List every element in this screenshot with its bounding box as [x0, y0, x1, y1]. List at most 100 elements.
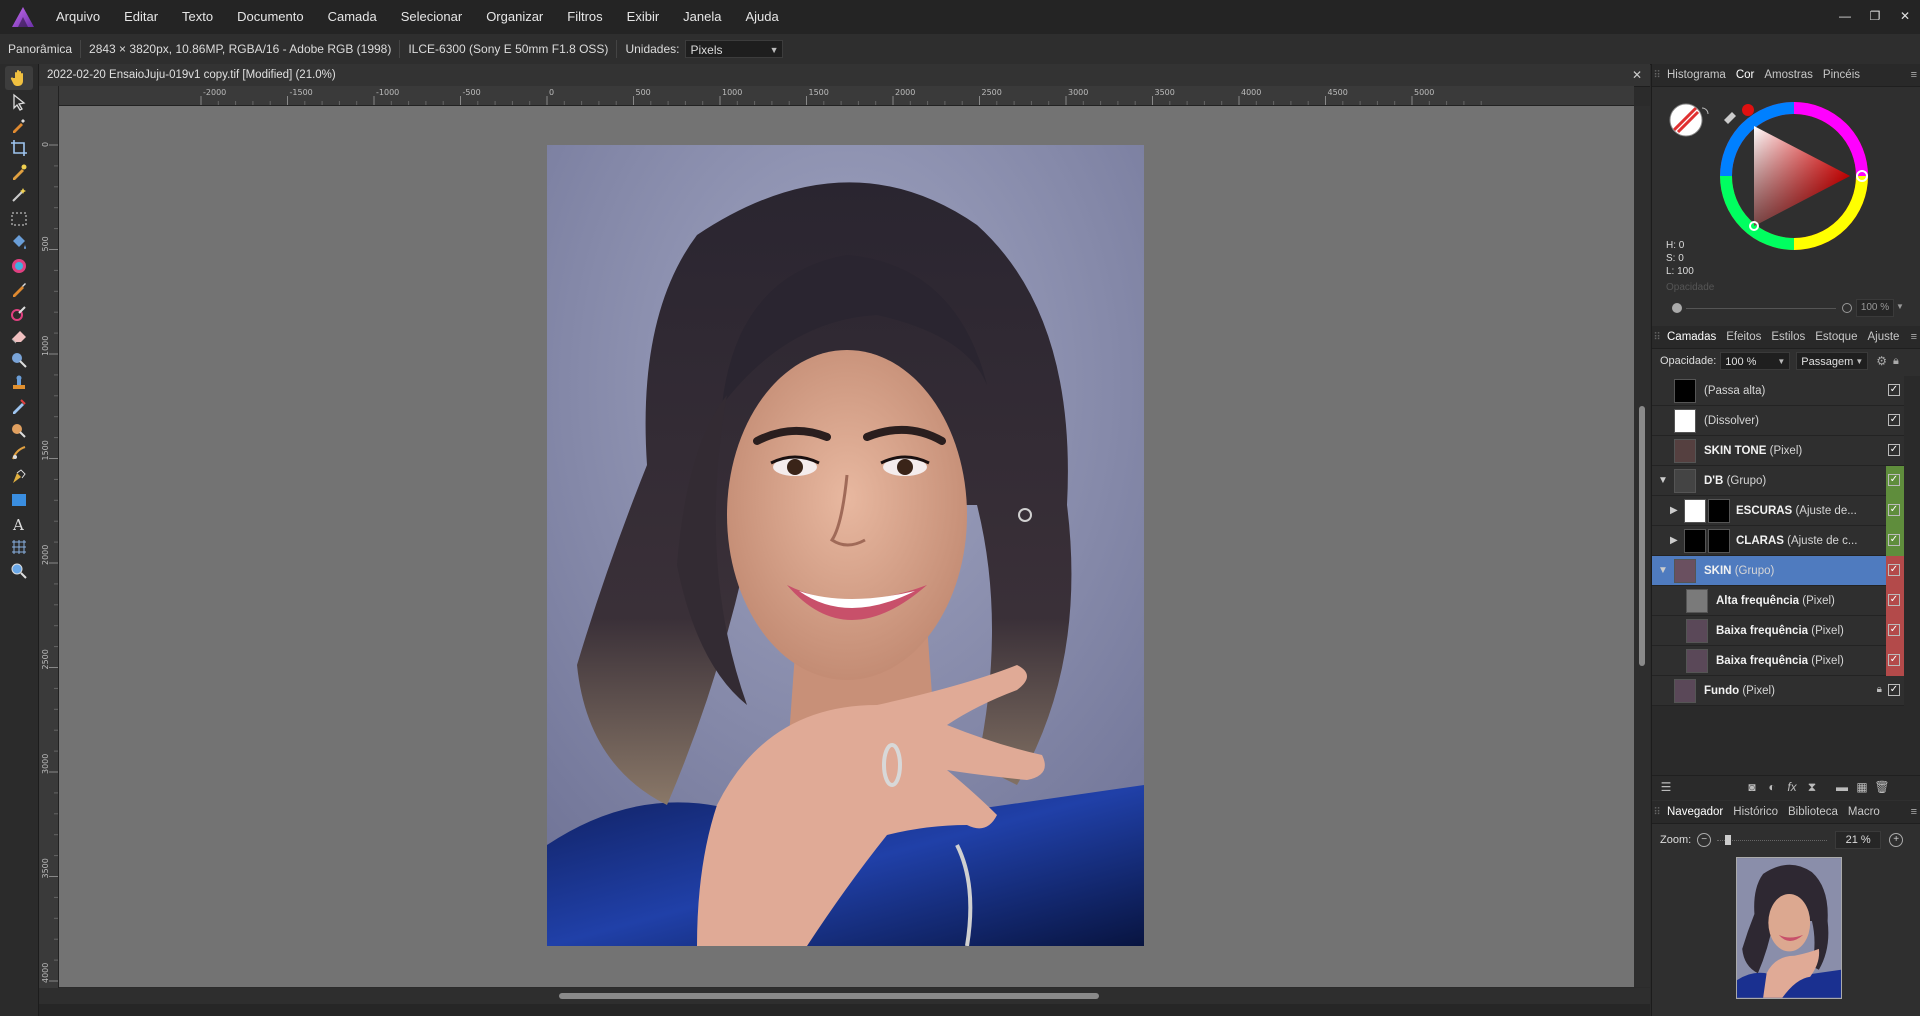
opacity-slider-track[interactable] — [1686, 308, 1836, 309]
menu-ajuda[interactable]: Ajuda — [733, 0, 790, 34]
layer-row[interactable]: ▶ CLARAS (Ajuste de c... ✓ — [1652, 526, 1904, 556]
adjustment-icon[interactable]: ◐ — [1764, 779, 1780, 795]
navigator-preview[interactable] — [1736, 857, 1842, 999]
visibility-checkbox[interactable]: ✓ — [1888, 474, 1900, 486]
menu-documento[interactable]: Documento — [225, 0, 315, 34]
zoom-value[interactable]: 21 % — [1835, 831, 1882, 849]
lock-icon[interactable]: 🔒︎ — [1893, 355, 1899, 368]
tab-ajuste[interactable]: Ajuste — [1862, 331, 1904, 343]
marquee-tool[interactable] — [5, 207, 33, 231]
grip-icon[interactable]: ⠿ — [1652, 332, 1662, 343]
horizontal-scrollbar[interactable] — [39, 988, 1650, 1004]
tab-histograma[interactable]: Histograma — [1662, 69, 1731, 81]
tab-amostras[interactable]: Amostras — [1759, 69, 1818, 81]
vertical-scrollbar-thumb[interactable] — [1639, 406, 1645, 666]
color-picker-tool[interactable] — [5, 113, 33, 137]
close-document-button[interactable]: ✕ — [1632, 64, 1642, 86]
flood-select-tool[interactable] — [5, 183, 33, 207]
close-window-button[interactable]: ✕ — [1890, 0, 1920, 34]
units-select[interactable]: Pixels ▼ — [685, 40, 784, 58]
expand-arrow-icon[interactable]: ▶ — [1670, 496, 1678, 526]
crop-tool[interactable] — [5, 136, 33, 160]
zoom-tool[interactable] — [5, 559, 33, 583]
document-tab[interactable]: 2022-02-20 EnsaioJuju-019v1 copy.tif [Mo… — [39, 64, 1650, 87]
menu-editar[interactable]: Editar — [112, 0, 170, 34]
grip-icon[interactable]: ⠿ — [1652, 807, 1662, 818]
chevron-down-icon[interactable]: ▼ — [1896, 299, 1904, 315]
clone-tool[interactable] — [5, 371, 33, 395]
layer-row[interactable]: (Dissolver) ✓ — [1652, 406, 1904, 436]
zoom-slider-handle[interactable] — [1725, 835, 1732, 845]
gear-icon[interactable]: ⚙ — [1876, 354, 1887, 368]
portrait-photo[interactable] — [547, 145, 1144, 946]
visibility-checkbox[interactable]: ✓ — [1888, 684, 1900, 696]
visibility-checkbox[interactable]: ✓ — [1888, 564, 1900, 576]
paint-brush-tool[interactable] — [5, 277, 33, 301]
text-tool[interactable]: A — [5, 512, 33, 536]
canvas[interactable] — [59, 106, 1634, 987]
visibility-checkbox[interactable]: ✓ — [1888, 384, 1900, 396]
color-wheel[interactable] — [1714, 96, 1874, 256]
opacity-slider-handle[interactable] — [1672, 303, 1682, 313]
selection-brush-tool[interactable] — [5, 160, 33, 184]
layer-row[interactable]: Fundo (Pixel) 🔒︎ ✓ — [1652, 676, 1904, 706]
mask-icon[interactable]: ◙ — [1744, 779, 1760, 795]
fill-tool[interactable] — [5, 230, 33, 254]
fx-icon[interactable]: fx — [1784, 779, 1800, 795]
horizontal-ruler[interactable]: -2000 -1500 -1000 -500 0 500 1000 1500 2000 2500 3… — [58, 86, 1634, 106]
menu-selecionar[interactable]: Selecionar — [389, 0, 474, 34]
tab-cor[interactable]: Cor — [1731, 69, 1760, 81]
layer-row[interactable]: Alta frequência (Pixel) ✓ — [1652, 586, 1904, 616]
menu-texto[interactable]: Texto — [170, 0, 225, 34]
erase-tool[interactable] — [5, 324, 33, 348]
affinity-photo-logo-icon[interactable] — [10, 5, 36, 29]
trash-icon[interactable]: 🗑︎ — [1874, 779, 1890, 795]
menu-camada[interactable]: Camada — [316, 0, 389, 34]
visibility-checkbox[interactable]: ✓ — [1888, 534, 1900, 546]
layer-row[interactable]: SKIN TONE (Pixel) ✓ — [1652, 436, 1904, 466]
menu-organizar[interactable]: Organizar — [474, 0, 555, 34]
zoom-out-button[interactable]: − — [1697, 833, 1712, 847]
menu-filtros[interactable]: Filtros — [555, 0, 614, 34]
smudge-tool[interactable] — [5, 441, 33, 465]
blemish-tool[interactable] — [5, 418, 33, 442]
tab-efeitos[interactable]: Efeitos — [1721, 331, 1766, 343]
layer-row[interactable]: (Passa alta) ✓ — [1652, 376, 1904, 406]
tab-estilos[interactable]: Estilos — [1766, 331, 1810, 343]
color-replacement-tool[interactable] — [5, 301, 33, 325]
dodge-tool[interactable] — [5, 348, 33, 372]
tab-navegador[interactable]: Navegador — [1662, 806, 1728, 818]
visibility-checkbox[interactable]: ✓ — [1888, 594, 1900, 606]
zoom-in-button[interactable]: + — [1889, 833, 1904, 847]
layer-row-selected[interactable]: ▼ SKIN (Grupo) ✓ — [1652, 556, 1904, 586]
layer-row[interactable]: Baixa frequência (Pixel) ✓ — [1652, 616, 1904, 646]
visibility-checkbox[interactable]: ✓ — [1888, 504, 1900, 516]
menu-exibir[interactable]: Exibir — [615, 0, 672, 34]
gradient-tool[interactable] — [5, 254, 33, 278]
panel-menu-icon[interactable]: ≡ — [1911, 64, 1917, 86]
vertical-ruler[interactable]: 0 500 1000 1500 2000 2500 3000 3500 4000 — [39, 86, 59, 988]
menu-janela[interactable]: Janela — [671, 0, 733, 34]
mesh-warp-tool[interactable] — [5, 535, 33, 559]
live-filter-icon[interactable]: ⧗ — [1804, 779, 1820, 795]
layers-stack-icon[interactable]: ☰ — [1658, 779, 1674, 795]
grip-icon[interactable]: ⠿ — [1652, 70, 1662, 81]
opacity-value[interactable]: 100 % — [1856, 299, 1894, 317]
hand-tool[interactable] — [5, 66, 33, 90]
layer-opacity-select[interactable]: 100 % ▼ — [1720, 352, 1791, 370]
tab-historico[interactable]: Histórico — [1728, 806, 1783, 818]
horizontal-scrollbar-thumb[interactable] — [559, 993, 1099, 999]
move-tool[interactable] — [5, 90, 33, 114]
tab-biblioteca[interactable]: Biblioteca — [1783, 806, 1843, 818]
collapse-arrow-icon[interactable]: ▼ — [1658, 556, 1668, 586]
folder-icon[interactable]: ▬ — [1834, 779, 1850, 795]
tab-pinceis[interactable]: Pincéis — [1818, 69, 1865, 81]
lock-icon[interactable]: 🔒︎ — [1877, 684, 1882, 695]
layer-row[interactable]: ▶ ESCURAS (Ajuste de... ✓ — [1652, 496, 1904, 526]
new-layer-icon[interactable]: ▦ — [1854, 779, 1870, 795]
healing-tool[interactable] — [5, 394, 33, 418]
visibility-checkbox[interactable]: ✓ — [1888, 624, 1900, 636]
panel-menu-icon[interactable]: ≡ — [1911, 326, 1917, 348]
layer-row[interactable]: ▼ D'B (Grupo) ✓ — [1652, 466, 1904, 496]
vertical-scrollbar[interactable] — [1634, 106, 1650, 987]
